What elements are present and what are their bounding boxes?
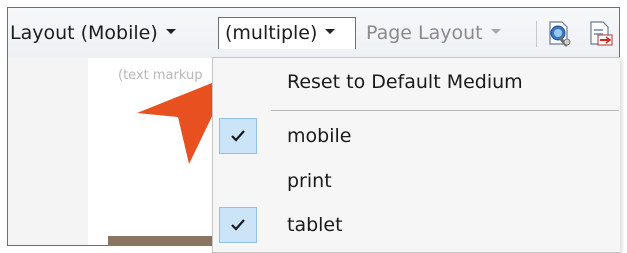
medium-dropdown-menu: Reset to Default Medium mobile print tab… bbox=[212, 57, 620, 253]
layout-dropdown[interactable]: Layout (Mobile) bbox=[10, 18, 215, 49]
toolbar-divider bbox=[536, 21, 537, 47]
menu-item-tablet[interactable]: tablet bbox=[213, 205, 620, 245]
medium-dropdown-label: (multiple) bbox=[225, 22, 318, 44]
checkmark-icon bbox=[219, 118, 257, 154]
menu-item-label: print bbox=[287, 170, 332, 192]
reset-default-medium-item[interactable]: Reset to Default Medium bbox=[213, 62, 620, 102]
preview-icon[interactable] bbox=[546, 20, 574, 48]
chevron-down-icon bbox=[165, 29, 176, 34]
checkmark-icon bbox=[219, 207, 257, 243]
menu-item-label: Reset to Default Medium bbox=[287, 71, 523, 93]
chevron-down-icon bbox=[490, 29, 501, 34]
toolbar: Layout (Mobile) (multiple) Page Layout bbox=[8, 8, 619, 58]
margin-strip bbox=[8, 58, 88, 245]
layout-dropdown-label: Layout (Mobile) bbox=[10, 22, 158, 44]
medium-dropdown[interactable]: (multiple) bbox=[218, 17, 356, 49]
menu-item-label: tablet bbox=[287, 214, 343, 236]
menu-item-print[interactable]: print bbox=[213, 161, 620, 201]
page-layout-dropdown[interactable]: Page Layout bbox=[366, 18, 526, 49]
menu-item-mobile[interactable]: mobile bbox=[213, 116, 620, 156]
menu-item-label: mobile bbox=[287, 125, 352, 147]
image-edge bbox=[108, 236, 218, 246]
menu-divider bbox=[271, 110, 619, 111]
page-layout-label: Page Layout bbox=[366, 22, 483, 44]
compare-icon[interactable] bbox=[588, 20, 616, 48]
chevron-down-icon bbox=[325, 29, 336, 34]
